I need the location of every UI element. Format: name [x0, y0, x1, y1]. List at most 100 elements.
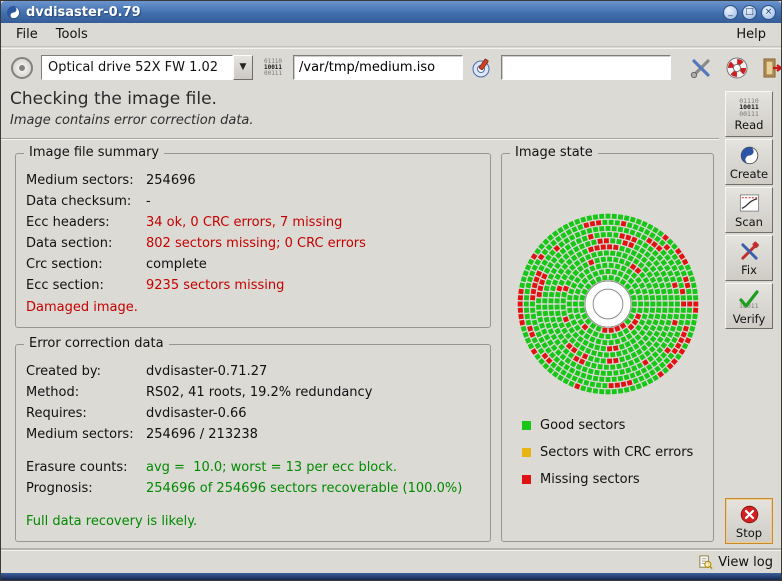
menubar: File Tools Help — [1, 23, 781, 47]
data-row: Prognosis:254696 of 254696 sectors recov… — [26, 478, 482, 499]
create-yinyang-icon — [739, 145, 760, 166]
view-log-button[interactable]: View log — [718, 555, 773, 570]
row-value: avg = 10.0; worst = 13 per ecc block. — [146, 457, 397, 478]
menu-file[interactable]: File — [7, 25, 47, 44]
scan-button[interactable]: Scan — [725, 187, 773, 233]
maximize-icon[interactable]: □ — [742, 5, 757, 20]
row-value: - — [146, 191, 151, 212]
data-row: Ecc section:9235 sectors missing — [26, 275, 482, 296]
row-value: dvdisaster-0.71.27 — [146, 361, 267, 382]
row-value: dvdisaster-0.66 — [146, 403, 247, 424]
ecc-file-icon — [471, 57, 493, 79]
tools-icon — [689, 56, 713, 80]
legend-swatch-icon — [522, 448, 531, 457]
data-row: Requires:dvdisaster-0.66 — [26, 403, 482, 424]
scan-label: Scan — [735, 215, 763, 229]
binary-line: 00111 — [739, 111, 759, 118]
legend-swatch-icon — [522, 421, 531, 430]
image-file-icon: 01110 10011 00111 — [261, 56, 285, 80]
chevron-down-icon[interactable]: ▼ — [233, 55, 253, 80]
status-title: Checking the image file. — [10, 89, 710, 109]
row-value: 254696 — [146, 170, 196, 191]
row-label: Created by: — [26, 361, 146, 382]
drive-select-value: Optical drive 52X FW 1.02 — [41, 55, 233, 80]
app-icon — [6, 5, 21, 20]
error-correction-data-box: Error correction data Created by:dvdisas… — [15, 344, 491, 542]
sector-legend: Good sectors Sectors with CRC errors Missi… — [522, 412, 709, 493]
titlebar[interactable]: dvdisaster-0.79 _ □ × — [1, 1, 781, 23]
data-row: Ecc headers:34 ok, 0 CRC errors, 7 missi… — [26, 212, 482, 233]
row-label: Ecc section: — [26, 275, 146, 296]
data-row: Data checksum:- — [26, 191, 482, 212]
row-label: Medium sectors: — [26, 170, 146, 191]
ecc-rows: Created by:dvdisaster-0.71.27Method:RS02… — [26, 361, 482, 499]
row-label: Requires: — [26, 403, 146, 424]
image-state-box: Image state Good sectorsSectors with CRC… — [501, 153, 714, 542]
data-row: Medium sectors:254696 / 213238 — [26, 424, 482, 445]
read-button[interactable]: 01110 10011 00111 Read — [725, 91, 773, 137]
legend-label: Sectors with CRC errors — [540, 445, 693, 460]
legend-item: Missing sectors — [522, 466, 709, 493]
app-window: dvdisaster-0.79 _ □ × File Tools Help Op… — [0, 0, 782, 581]
groupbox-legend: Error correction data — [24, 336, 169, 351]
fix-button[interactable]: Fix — [725, 235, 773, 281]
read-label: Read — [735, 118, 764, 132]
row-value: complete — [146, 254, 207, 275]
image-file-input[interactable] — [293, 55, 463, 80]
data-row: Medium sectors:254696 — [26, 170, 482, 191]
summary-rows: Medium sectors:254696Data checksum:-Ecc … — [26, 170, 482, 296]
image-file-summary-box: Image file summary Medium sectors:254696… — [15, 153, 491, 328]
legend-item: Sectors with CRC errors — [522, 439, 709, 466]
legend-swatch-icon — [522, 475, 531, 484]
read-icon: 01110 10011 00111 — [739, 98, 759, 118]
close-icon[interactable]: × — [761, 5, 776, 20]
groupbox-legend: Image file summary — [24, 145, 164, 160]
data-row: Erasure counts:avg = 10.0; worst = 13 pe… — [26, 457, 482, 478]
drive-select[interactable]: Optical drive 52X FW 1.02 ▼ — [41, 55, 253, 80]
summary-verdict: Damaged image. — [26, 299, 138, 317]
drive-icon — [11, 57, 33, 79]
row-label: Data section: — [26, 233, 146, 254]
row-label: Ecc headers: — [26, 212, 146, 233]
create-label: Create — [730, 167, 768, 181]
row-label: Crc section: — [26, 254, 146, 275]
stop-button[interactable]: Stop — [725, 498, 773, 544]
status-subtitle: Image contains error correction data. — [10, 113, 710, 128]
fix-label: Fix — [741, 263, 757, 277]
row-value: 34 ok, 0 CRC errors, 7 missing — [146, 212, 342, 233]
menu-tools[interactable]: Tools — [47, 25, 97, 44]
row-label: Medium sectors: — [26, 424, 146, 445]
row-label: Prognosis: — [26, 478, 146, 499]
statusbar: View log — [1, 550, 781, 573]
row-label: Erasure counts: — [26, 457, 146, 478]
legend-label: Good sectors — [540, 418, 625, 433]
create-button[interactable]: Create — [725, 139, 773, 185]
row-label: Data checksum: — [26, 191, 146, 212]
binary-line: 00111 — [264, 71, 282, 77]
stop-label: Stop — [736, 526, 762, 540]
legend-item: Good sectors — [522, 412, 709, 439]
status-headline: Checking the image file. Image contains … — [10, 89, 710, 128]
window-frame-bottom — [1, 573, 781, 580]
data-row: Method:RS02, 41 roots, 19.2% redundancy — [26, 382, 482, 403]
scan-chart-icon — [739, 193, 760, 214]
help-button[interactable] — [723, 54, 751, 82]
quit-button[interactable] — [759, 54, 782, 82]
view-log-icon — [698, 555, 713, 570]
headline-separator — [1, 138, 719, 140]
ecc-file-input[interactable] — [501, 55, 671, 80]
menu-help[interactable]: Help — [727, 25, 775, 44]
verify-button[interactable]: 10011 Verify — [725, 283, 773, 329]
sector-map-disc — [512, 208, 704, 400]
row-value: RS02, 41 roots, 19.2% redundancy — [146, 382, 372, 403]
window-title: dvdisaster-0.79 — [26, 5, 141, 20]
preferences-button[interactable] — [687, 54, 715, 82]
toolbar: Optical drive 52X FW 1.02 ▼ 01110 10011 … — [1, 48, 781, 86]
minimize-icon[interactable]: _ — [723, 5, 738, 20]
verify-check-icon: 10011 — [737, 289, 761, 311]
row-label: Method: — [26, 382, 146, 403]
data-row: Crc section:complete — [26, 254, 482, 275]
fix-tools-icon — [739, 241, 760, 262]
stop-icon — [739, 504, 760, 525]
row-value: 9235 sectors missing — [146, 275, 284, 296]
